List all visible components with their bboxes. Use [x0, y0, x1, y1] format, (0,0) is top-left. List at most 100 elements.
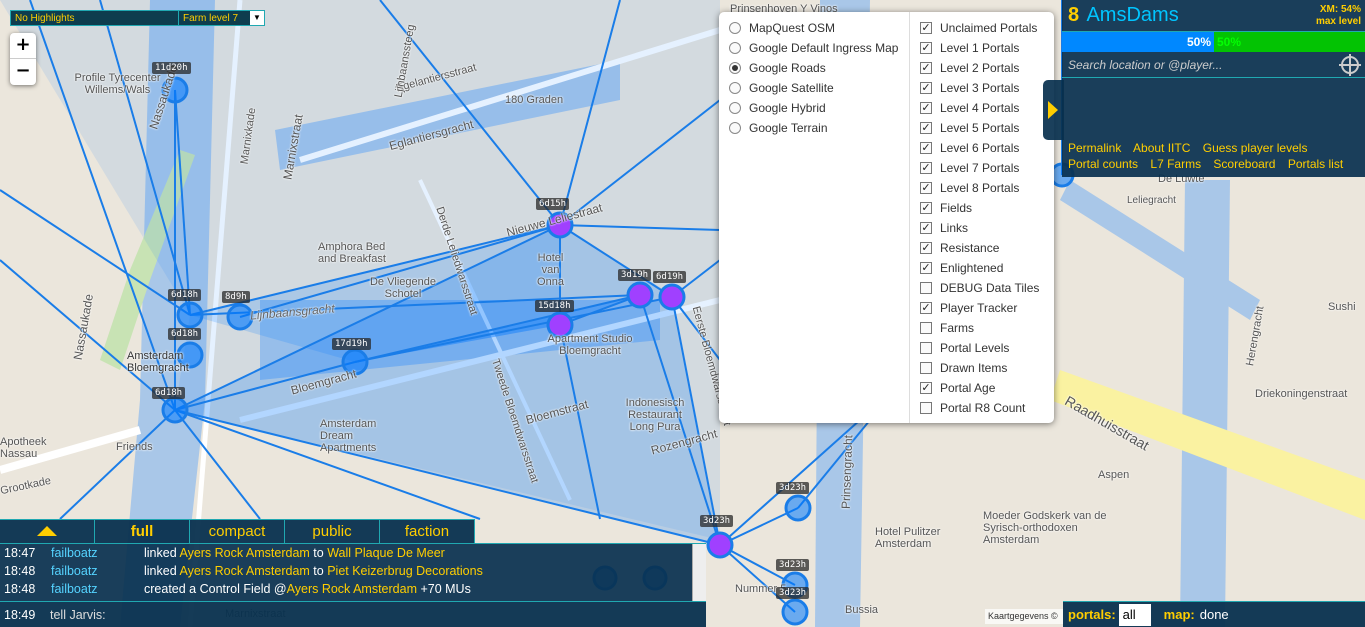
portal-age-label: 6d18h — [152, 387, 186, 399]
overlay-layer-label: Links — [940, 221, 969, 235]
checkbox[interactable]: ✓ — [920, 222, 932, 234]
chat-toggle-button[interactable] — [0, 519, 95, 543]
map-attribution[interactable]: Kaartgegevens © — [985, 609, 1065, 624]
portal-link[interactable]: Ayers Rock Amsterdam — [179, 564, 309, 578]
chat-tab-faction[interactable]: faction — [380, 519, 475, 543]
radio-button[interactable] — [729, 122, 741, 134]
overlay-layer-option[interactable]: ✓ Fields — [920, 198, 1044, 218]
portal-age-label: 11d20h — [152, 62, 191, 74]
locate-icon[interactable] — [1339, 54, 1361, 76]
radio-button[interactable] — [729, 42, 741, 54]
radio-button[interactable] — [729, 62, 741, 74]
overlay-layer-option[interactable]: Farms — [920, 318, 1044, 338]
checkbox[interactable]: ✓ — [920, 142, 932, 154]
radio-button[interactable] — [729, 22, 741, 34]
base-layer-option[interactable]: MapQuest OSM — [729, 18, 899, 38]
checkbox[interactable]: ✓ — [920, 162, 932, 174]
checkbox[interactable] — [920, 282, 932, 294]
overlay-layer-option[interactable]: ✓ Level 2 Portals — [920, 58, 1044, 78]
portal-age-label: 3d19h — [618, 269, 652, 281]
highlighter-mode[interactable]: No Highlights — [11, 11, 178, 25]
overlay-layer-label: Portal R8 Count — [940, 401, 1026, 415]
portal-age-label: 6d18h — [168, 289, 202, 301]
chevron-down-icon[interactable]: ▼ — [250, 11, 264, 25]
player-name: AmsDams — [1086, 4, 1179, 26]
zoom-in-button[interactable]: + — [10, 33, 36, 59]
chat-tab-public[interactable]: public — [285, 519, 380, 543]
overlay-layer-label: Farms — [940, 321, 974, 335]
chat-nick[interactable]: failboatz — [50, 562, 144, 580]
checkbox[interactable]: ✓ — [920, 42, 932, 54]
chat-lines: 18:47 failboatz linked Ayers Rock Amsterda… — [0, 544, 706, 598]
overlay-layer-option[interactable]: ✓ Level 4 Portals — [920, 98, 1044, 118]
about-iitc-link[interactable]: About IITC — [1133, 141, 1190, 155]
scoreboard-link[interactable]: Scoreboard — [1213, 157, 1275, 171]
base-layer-option[interactable]: Google Satellite — [729, 78, 899, 98]
guess-player-levels-link[interactable]: Guess player levels — [1203, 141, 1308, 155]
checkbox[interactable]: ✓ — [920, 182, 932, 194]
portals-list-link[interactable]: Portals list — [1288, 157, 1343, 171]
portal-link[interactable]: Ayers Rock Amsterdam — [179, 546, 309, 560]
checkbox[interactable] — [920, 322, 932, 334]
overlay-layer-option[interactable]: ✓ Links — [920, 218, 1044, 238]
checkbox[interactable] — [920, 402, 932, 414]
checkbox[interactable]: ✓ — [920, 382, 932, 394]
overlay-layer-label: Fields — [940, 201, 973, 215]
highlighter-select[interactable]: No Highlights Farm level 7 ▼ — [10, 10, 265, 26]
chat-input-label[interactable]: tell Jarvis: — [50, 608, 106, 622]
chat-scrollbar[interactable] — [692, 544, 706, 601]
chat-message: 18:48 failboatz created a Control Field @A… — [0, 580, 706, 598]
radio-button[interactable] — [729, 82, 741, 94]
chat-nick[interactable]: failboatz — [50, 544, 144, 562]
portal-link[interactable]: Piet Keizerbrug Decorations — [327, 564, 483, 578]
overlay-layer-option[interactable]: ✓ Level 3 Portals — [920, 78, 1044, 98]
overlay-layer-option[interactable]: ✓ Player Tracker — [920, 298, 1044, 318]
checkbox[interactable]: ✓ — [920, 262, 932, 274]
checkbox[interactable]: ✓ — [920, 202, 932, 214]
radio-button[interactable] — [729, 102, 741, 114]
chat-message: 18:47 failboatz linked Ayers Rock Amsterda… — [0, 544, 706, 562]
checkbox[interactable]: ✓ — [920, 62, 932, 74]
portal-link[interactable]: Ayers Rock Amsterdam — [287, 582, 417, 596]
portal-counts-link[interactable]: Portal counts — [1068, 157, 1138, 171]
chat-nick[interactable]: failboatz — [50, 580, 144, 598]
search-input[interactable] — [1062, 52, 1365, 78]
overlay-layer-option[interactable]: ✓ Level 8 Portals — [920, 178, 1044, 198]
base-layer-option[interactable]: Google Roads — [729, 58, 899, 78]
overlay-layer-option[interactable]: ✓ Level 1 Portals — [920, 38, 1044, 58]
checkbox[interactable]: ✓ — [920, 122, 932, 134]
overlay-layer-option[interactable]: Drawn Items — [920, 358, 1044, 378]
chat-tab-compact[interactable]: compact — [190, 519, 285, 543]
sidebar-toggle-button[interactable] — [1043, 80, 1064, 140]
base-layer-option[interactable]: Google Default Ingress Map — [729, 38, 899, 58]
overlay-layer-option[interactable]: ✓ Unclaimed Portals — [920, 18, 1044, 38]
checkbox[interactable] — [920, 342, 932, 354]
base-layer-label: MapQuest OSM — [749, 21, 836, 35]
checkbox[interactable]: ✓ — [920, 302, 932, 314]
zoom-out-button[interactable]: − — [10, 59, 36, 85]
checkbox[interactable]: ✓ — [920, 242, 932, 254]
highlighter-filter[interactable]: Farm level 7 — [178, 11, 250, 25]
overlay-layer-option[interactable]: ✓ Level 6 Portals — [920, 138, 1044, 158]
overlay-layer-option[interactable]: ✓ Level 5 Portals — [920, 118, 1044, 138]
overlay-layer-option[interactable]: ✓ Resistance — [920, 238, 1044, 258]
portal-link[interactable]: Wall Plaque De Meer — [327, 546, 445, 560]
overlay-layer-option[interactable]: ✓ Portal Age — [920, 378, 1044, 398]
overlay-layer-option[interactable]: ✓ Enlightened — [920, 258, 1044, 278]
checkbox[interactable]: ✓ — [920, 102, 932, 114]
overlay-layer-option[interactable]: ✓ Level 7 Portals — [920, 158, 1044, 178]
overlay-layer-option[interactable]: DEBUG Data Tiles — [920, 278, 1044, 298]
base-layer-option[interactable]: Google Terrain — [729, 118, 899, 138]
overlay-layer-label: Enlightened — [940, 261, 1004, 275]
chat-tab-full[interactable]: full — [95, 519, 190, 543]
checkbox[interactable]: ✓ — [920, 82, 932, 94]
overlay-layer-option[interactable]: Portal Levels — [920, 338, 1044, 358]
permalink-link[interactable]: Permalink — [1068, 141, 1121, 155]
checkbox[interactable] — [920, 362, 932, 374]
overlay-layer-option[interactable]: Portal R8 Count — [920, 398, 1044, 418]
l7-farms-link[interactable]: L7 Farms — [1150, 157, 1201, 171]
checkbox[interactable]: ✓ — [920, 22, 932, 34]
base-layer-option[interactable]: Google Hybrid — [729, 98, 899, 118]
portals-filter-value[interactable]: all — [1118, 603, 1151, 626]
overlay-layer-label: Unclaimed Portals — [940, 21, 1038, 35]
